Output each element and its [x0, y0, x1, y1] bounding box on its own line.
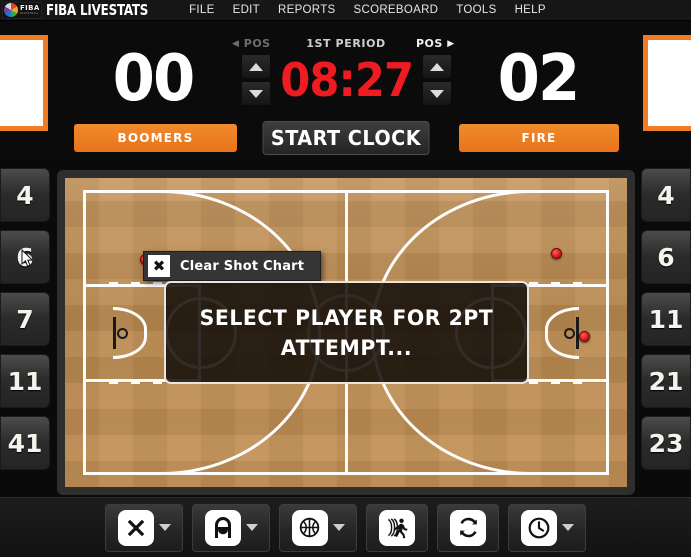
mouse-cursor: [21, 249, 34, 267]
home-player-button-5[interactable]: 41: [0, 416, 50, 470]
chevron-up-icon: [430, 62, 444, 71]
shot-marker[interactable]: [550, 247, 562, 259]
substitution-button[interactable]: [437, 503, 499, 552]
menu-item-scoreboard[interactable]: SCOREBOARD: [345, 2, 448, 18]
fiba-wheel-icon: [4, 3, 18, 17]
away-player-button-5[interactable]: 23: [641, 416, 691, 470]
app-title: FIBA LIVESTATS: [46, 1, 149, 19]
clear-shot-chart-label: Clear Shot Chart: [180, 258, 305, 274]
backboard-right: [576, 316, 579, 349]
close-icon[interactable]: ✖: [148, 255, 170, 277]
backboard-icon: [204, 509, 241, 546]
free-throw-button[interactable]: [192, 503, 270, 552]
menu-item-help[interactable]: HELP: [506, 2, 555, 18]
menu-bar: FIBA BASKETBALL FIBA LIVESTATS FILE EDIT…: [0, 0, 691, 21]
chevron-up-icon: [249, 62, 263, 71]
home-score-increment-button[interactable]: [241, 54, 271, 79]
possession-right-arrow-icon: ▶: [447, 39, 455, 49]
hoop-left: [117, 327, 128, 339]
fiba-logo-subtext: BASKETBALL: [20, 11, 39, 15]
home-player-rail: 4 6 7 11 41: [0, 168, 50, 478]
away-team-logo[interactable]: [643, 35, 691, 131]
select-player-message: SELECT PLAYER FOR 2PT ATTEMPT...: [199, 305, 494, 360]
away-score-stepper[interactable]: [422, 54, 452, 106]
chevron-down-icon[interactable]: [158, 524, 171, 531]
home-player-button-3[interactable]: 7: [0, 292, 50, 346]
home-team-logo[interactable]: [0, 35, 48, 131]
away-player-button-3[interactable]: 11: [641, 292, 691, 346]
period-label: 1ST PERIOD: [306, 37, 386, 50]
clock-icon: [520, 509, 557, 546]
home-possession-label: POS: [243, 37, 271, 50]
foul-player-icon: [379, 509, 415, 546]
x-icon: [117, 509, 154, 546]
away-player-button-1[interactable]: 4: [641, 168, 691, 222]
chevron-down-icon: [430, 89, 444, 98]
game-clock[interactable]: 08:27: [280, 54, 414, 106]
menu-item-edit[interactable]: EDIT: [224, 2, 269, 18]
away-player-button-2[interactable]: 6: [641, 230, 691, 284]
away-possession-indicator[interactable]: POS ▶: [416, 37, 455, 50]
home-player-button-1[interactable]: 4: [0, 168, 50, 222]
start-clock-button[interactable]: START CLOCK: [262, 121, 430, 155]
home-score-stepper[interactable]: [241, 54, 271, 106]
backboard-left: [113, 316, 116, 349]
home-team-button[interactable]: BOOMERS: [74, 124, 237, 152]
away-score[interactable]: 02: [467, 43, 610, 115]
chevron-down-icon[interactable]: [245, 524, 258, 531]
possession-left-arrow-icon: ◀: [232, 39, 240, 49]
timeout-button[interactable]: [508, 503, 586, 552]
miss-button[interactable]: [105, 503, 183, 552]
away-team-button[interactable]: FIRE: [459, 124, 619, 152]
home-score-decrement-button[interactable]: [241, 81, 271, 106]
away-player-rail: 4 6 11 21 23: [641, 168, 691, 478]
chevron-down-icon: [249, 89, 263, 98]
home-score[interactable]: 00: [82, 43, 225, 115]
scoreboard: 00 02 ◀ POS POS ▶ 1ST PERIOD 08:27 BOOME…: [0, 21, 691, 161]
hoop-right: [564, 327, 575, 339]
away-player-button-4[interactable]: 21: [641, 354, 691, 408]
away-score-decrement-button[interactable]: [422, 81, 452, 106]
away-possession-label: POS: [416, 37, 443, 50]
menu-item-tools[interactable]: TOOLS: [447, 2, 505, 18]
foul-button[interactable]: [366, 503, 428, 552]
refresh-icon: [450, 509, 486, 546]
fiba-logo-text: FIBA: [20, 3, 40, 12]
home-player-button-4[interactable]: 11: [0, 354, 50, 408]
chevron-down-icon[interactable]: [561, 524, 574, 531]
menu-item-reports[interactable]: REPORTS: [269, 2, 344, 18]
clear-shot-chart-tooltip[interactable]: ✖ Clear Shot Chart: [143, 251, 322, 281]
shot-marker[interactable]: [578, 331, 590, 343]
menu-item-file[interactable]: FILE: [180, 2, 224, 18]
field-goal-button[interactable]: [279, 503, 357, 552]
select-player-modal: SELECT PLAYER FOR 2PT ATTEMPT...: [164, 281, 529, 384]
action-toolbar: [0, 497, 691, 557]
fiba-logo: FIBA BASKETBALL: [2, 1, 42, 19]
chevron-down-icon[interactable]: [332, 524, 345, 531]
away-score-increment-button[interactable]: [422, 54, 452, 79]
basketball-icon: [291, 509, 328, 546]
home-possession-indicator[interactable]: ◀ POS: [232, 37, 271, 50]
